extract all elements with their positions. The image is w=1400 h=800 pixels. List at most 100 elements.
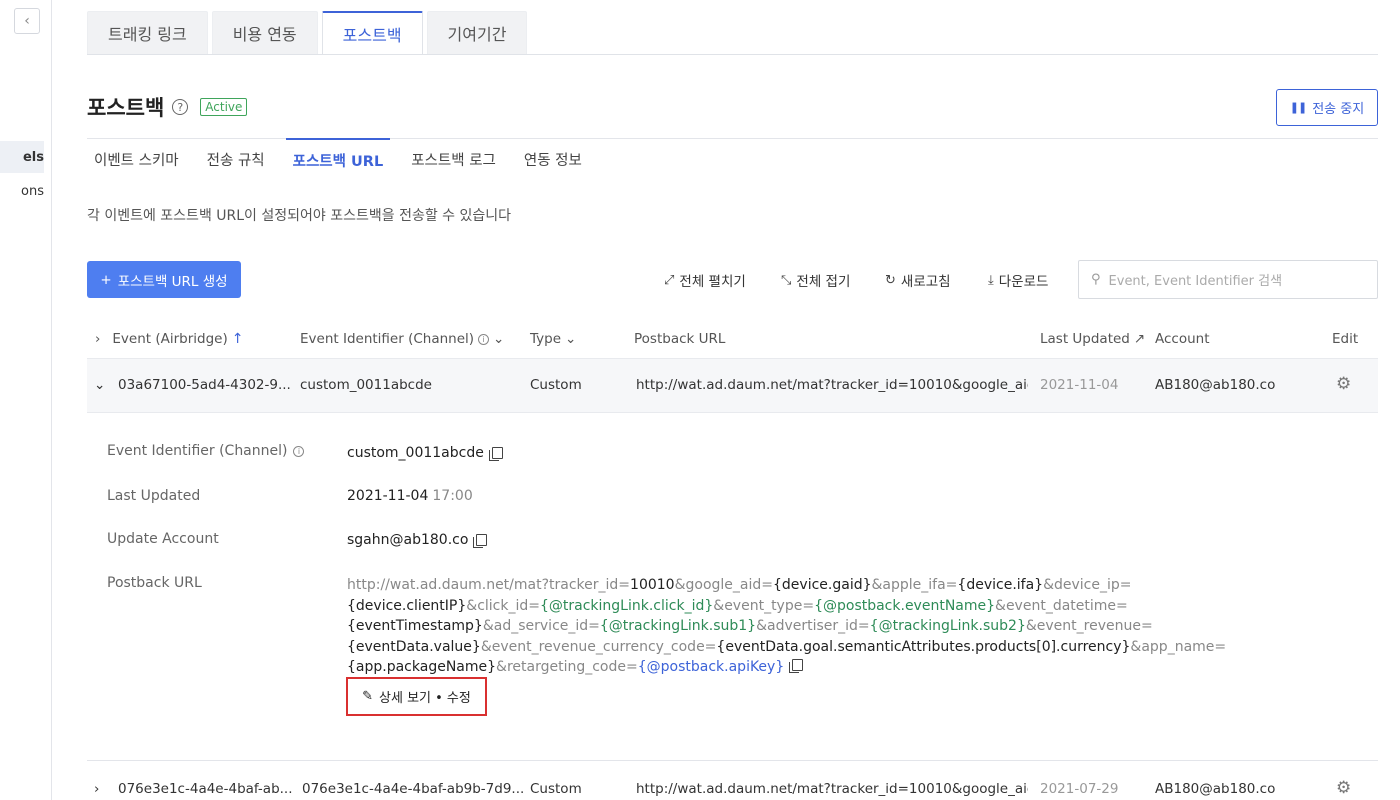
column-updated-label: Last Updated xyxy=(1040,331,1130,347)
view-edit-label: 상세 보기 • 수정 xyxy=(379,691,471,706)
detail-account-value: sgahn@ab180.co xyxy=(347,532,488,548)
chevron-down-icon[interactable]: ⌄ xyxy=(94,377,105,393)
refresh-label: 새로고침 xyxy=(900,274,951,290)
description-text: 각 이벤트에 포스트백 URL이 설정되어야 포스트백을 전송할 수 있습니다 xyxy=(87,208,512,224)
url-segment: &app_name= xyxy=(1130,638,1227,655)
status-badge: Active xyxy=(200,98,248,116)
subtab-integration-info[interactable]: 연동 정보 xyxy=(517,138,589,180)
cell-type: Custom xyxy=(530,781,582,797)
stop-sending-button[interactable]: ❚❚ 전송 중지 xyxy=(1276,89,1378,126)
cell-account: AB180@ab180.co xyxy=(1155,781,1276,797)
cell-postback-url: http://wat.ad.daum.net/mat?tracker_id=10… xyxy=(636,781,1028,797)
detail-updated-time: 17:00 xyxy=(432,488,473,504)
url-segment: {@postback.apiKey} xyxy=(637,659,785,675)
subtab-postback-log[interactable]: 포스트백 로그 xyxy=(404,138,503,180)
url-segment: &click_id= xyxy=(466,597,540,614)
info-icon: i xyxy=(478,333,490,345)
help-icon[interactable]: ? xyxy=(172,99,189,115)
download-label: 다운로드 xyxy=(998,274,1049,290)
detail-identifier-label-text: Event Identifier (Channel) xyxy=(107,443,288,459)
copy-icon[interactable] xyxy=(789,659,804,673)
url-segment: http://wat.ad.daum.net/mat?tracker_id= xyxy=(347,577,631,593)
search-placeholder: Event, Event Identifier 검색 xyxy=(1108,274,1283,289)
url-segment: &event_revenue_currency_code= xyxy=(480,638,717,655)
search-icon: ⚲ xyxy=(1091,272,1101,287)
detail-account-label: Update Account xyxy=(107,531,219,547)
column-event-label: Event (Airbridge) xyxy=(112,331,228,347)
create-postback-url-button[interactable]: + 포스트백 URL 생성 xyxy=(87,261,241,298)
cell-account: AB180@ab180.co xyxy=(1155,377,1276,393)
sort-asc-icon: ↑ xyxy=(231,331,244,347)
subtab-send-rules[interactable]: 전송 규칙 xyxy=(200,138,272,180)
url-segment: {device.gaid} xyxy=(773,577,872,593)
tab-attribution-window[interactable]: 기여기간 xyxy=(426,11,528,54)
column-header-identifier[interactable]: Event Identifier (Channel) i ⌄ xyxy=(300,331,504,347)
column-header-edit: Edit xyxy=(1332,331,1358,347)
detail-identifier-label: Event Identifier (Channel) i xyxy=(107,443,305,459)
column-header-postback-url: Postback URL xyxy=(634,331,725,347)
detail-updated-date: 2021-11-04 xyxy=(347,488,429,504)
detail-updated-label: Last Updated xyxy=(107,488,201,504)
cell-last-updated: 2021-11-04 xyxy=(1040,377,1119,393)
tab-tracking-link[interactable]: 트래킹 링크 xyxy=(87,11,208,54)
detail-url-label: Postback URL xyxy=(107,575,202,591)
url-segment: {eventData.value} xyxy=(347,638,481,655)
refresh-button[interactable]: ↻ 새로고침 xyxy=(885,270,951,291)
sidebar-item-label: els xyxy=(22,149,44,165)
plus-icon: + xyxy=(100,271,112,288)
cell-event: 03a67100-5ad4-4302-9... xyxy=(118,377,291,393)
gear-icon[interactable]: ⚙ xyxy=(1336,778,1351,798)
url-segment: {app.packageName} xyxy=(347,659,497,675)
expand-all-button[interactable]: ⤢ 전체 펼치기 xyxy=(664,270,746,291)
cell-identifier: 076e3e1c-4a4e-4baf-ab9b-7d9... xyxy=(302,781,524,797)
cell-last-updated: 2021-07-29 xyxy=(1040,781,1119,797)
top-tabs: 트래킹 링크 비용 연동 포스트백 기여기간 xyxy=(87,11,528,54)
column-identifier-label: Event Identifier (Channel) xyxy=(300,331,475,347)
url-segment: {device.clientIP} xyxy=(347,597,467,614)
cell-identifier: custom_0011abcde xyxy=(300,377,432,393)
collapse-icon: ⤡ xyxy=(781,272,792,288)
collapse-all-label: 전체 접기 xyxy=(796,274,851,290)
url-segment: 10010 xyxy=(630,577,675,593)
url-segment: {@trackingLink.click_id} xyxy=(540,597,714,614)
url-segment: {@trackingLink.sub1} xyxy=(599,618,757,634)
column-header-event[interactable]: › Event (Airbridge) ↑ xyxy=(95,331,244,347)
column-header-type[interactable]: Type ⌄ xyxy=(530,331,576,347)
tab-cost-integration[interactable]: 비용 연동 xyxy=(211,11,318,54)
column-account-label: Account xyxy=(1155,331,1210,347)
expand-icon: ⤢ xyxy=(664,272,675,288)
url-segment: {eventData.goal.semanticAttributes.produ… xyxy=(716,638,1131,655)
subtab-event-schema[interactable]: 이벤트 스키마 xyxy=(87,138,186,180)
chevron-right-icon[interactable]: › xyxy=(94,781,99,797)
url-segment: &event_type= xyxy=(713,597,815,614)
collapse-all-button[interactable]: ⤡ 전체 접기 xyxy=(781,270,851,291)
page-title: 포스트백 xyxy=(87,96,165,120)
search-input[interactable]: ⚲ Event, Event Identifier 검색 xyxy=(1078,260,1378,299)
detail-account-text: sgahn@ab180.co xyxy=(347,532,469,548)
chevron-left-icon[interactable]: ‹ xyxy=(14,8,40,34)
gear-icon[interactable]: ⚙ xyxy=(1336,374,1351,394)
url-segment: &device_ip= xyxy=(1043,577,1132,593)
detail-updated-value: 2021-11-04 17:00 xyxy=(347,488,473,504)
chevron-down-icon: ⌄ xyxy=(493,331,505,347)
sidebar-item-0[interactable]: els xyxy=(0,141,44,173)
url-segment: &ad_service_id= xyxy=(482,618,600,634)
sidebar-item-1[interactable]: ons xyxy=(0,175,44,207)
copy-icon[interactable] xyxy=(473,534,488,548)
copy-icon[interactable] xyxy=(488,447,503,461)
column-header-last-updated[interactable]: Last Updated ↗ xyxy=(1040,331,1145,347)
tab-postback[interactable]: 포스트백 xyxy=(321,11,423,54)
pause-icon: ❚❚ xyxy=(1289,101,1307,114)
detail-identifier-value: custom_0011abcde xyxy=(347,445,503,461)
url-segment: {@trackingLink.sub2} xyxy=(869,618,1026,634)
chevron-right-icon[interactable]: › xyxy=(95,331,100,347)
chevron-down-icon: ⌄ xyxy=(565,331,577,347)
subtab-postback-url[interactable]: 포스트백 URL xyxy=(285,138,391,180)
column-edit-label: Edit xyxy=(1332,331,1359,347)
view-edit-button[interactable]: ✎ 상세 보기 • 수정 xyxy=(346,677,487,716)
download-icon: ⤓ xyxy=(988,272,994,288)
download-button[interactable]: ⤓ 다운로드 xyxy=(988,270,1049,291)
expand-all-label: 전체 펼치기 xyxy=(679,274,746,290)
url-segment: {@postback.eventName} xyxy=(814,597,996,614)
url-segment: &advertiser_id= xyxy=(756,618,870,634)
